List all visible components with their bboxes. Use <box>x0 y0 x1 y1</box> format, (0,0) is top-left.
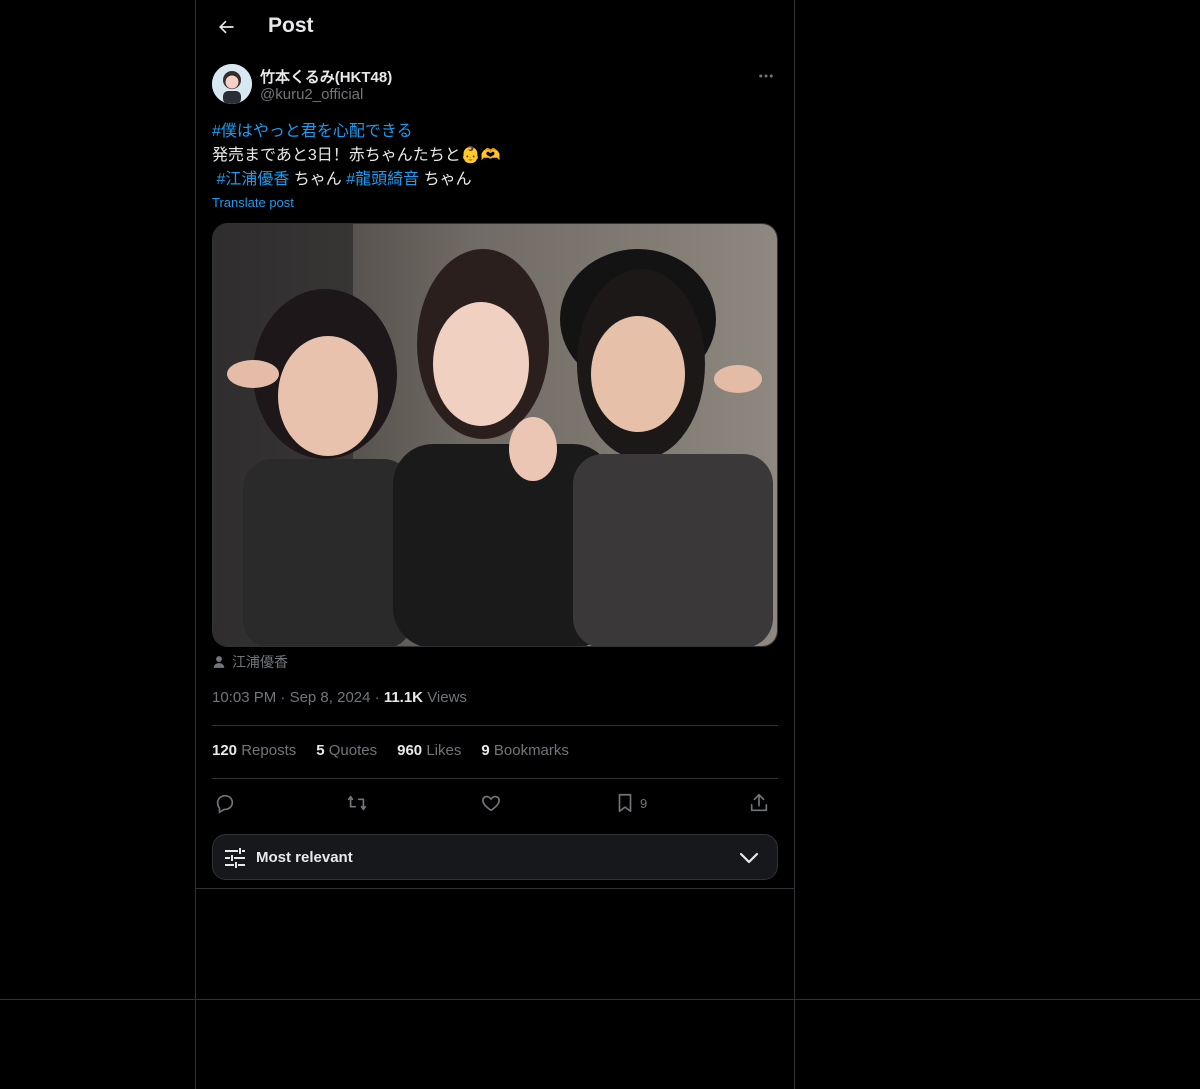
bookmarks-count: 9 <box>481 742 490 759</box>
post-date[interactable]: Sep 8, 2024 <box>290 689 371 706</box>
left-column-border <box>195 0 196 1089</box>
like-button[interactable] <box>480 788 502 818</box>
baby-heart-hands-emoji: 👶🫶 <box>460 147 501 164</box>
person-icon <box>213 656 225 668</box>
divider <box>196 888 794 889</box>
chevron-down-icon <box>739 852 759 864</box>
repost-icon <box>347 795 367 811</box>
back-button[interactable] <box>208 9 244 45</box>
divider <box>212 778 778 779</box>
post-line-2: 発売まであと3日！赤ちゃんたちと👶🫶 <box>212 144 778 168</box>
post-photo[interactable] <box>212 223 778 647</box>
more-options-button[interactable] <box>754 64 778 88</box>
hashtag-link-main[interactable]: #僕はやっと君を心配できる <box>212 123 413 140</box>
bookmarks-label: Bookmarks <box>493 742 569 759</box>
post-line-1: #僕はやっと君を心配できる <box>212 120 778 144</box>
sliders-icon <box>225 848 245 868</box>
meta-dot: · <box>374 689 384 706</box>
quotes-count: 5 <box>316 742 325 759</box>
repost-button[interactable] <box>346 788 368 818</box>
likes-label: Likes <box>426 742 462 759</box>
reposts-label: Reposts <box>241 742 297 759</box>
post-author: 竹本くるみ(HKT48) @kuru2_official <box>212 64 778 108</box>
reply-sort-dropdown[interactable]: Most relevant <box>212 834 778 880</box>
reply-icon <box>216 794 234 814</box>
bookmark-icon <box>618 793 632 813</box>
more-icon <box>759 74 773 78</box>
top-bar: Post <box>196 0 794 54</box>
author-name[interactable]: 竹本くるみ(HKT48) <box>260 66 392 87</box>
page-title: Post <box>268 14 314 37</box>
post-suffix-1: ちゃん <box>289 171 347 188</box>
reposts-stat[interactable]: 120 Reposts <box>212 742 296 759</box>
bookmarks-stat[interactable]: 9 Bookmarks <box>481 742 569 759</box>
views-count: 11.1K <box>383 689 424 706</box>
reposts-count: 120 <box>212 742 238 759</box>
translate-post-link[interactable]: Translate post <box>212 195 294 210</box>
author-handle[interactable]: @kuru2_official <box>260 86 363 103</box>
engagement-stats: 120 Reposts 5 Quotes 960 Likes 9 Bookmar… <box>212 742 569 759</box>
post-metadata: 10:03 PM · Sep 8, 2024 · 11.1K Views <box>212 689 467 706</box>
sort-label: Most relevant <box>256 849 353 866</box>
hashtag-link-2[interactable]: #龍頭綺音 <box>346 171 419 188</box>
post-time[interactable]: 10:03 PM <box>212 689 276 706</box>
action-bar: 9 <box>212 788 778 818</box>
share-icon <box>750 793 768 812</box>
quotes-stat[interactable]: 5 Quotes <box>316 742 377 759</box>
post-line-2-text: 発売まであと3日！赤ちゃんたちと <box>212 147 461 164</box>
page-bottom-divider <box>0 999 1200 1000</box>
bookmark-count: 9 <box>640 795 648 811</box>
share-button[interactable] <box>748 788 770 818</box>
heart-icon <box>482 795 500 812</box>
hashtag-link-1[interactable]: #江浦優香 <box>216 171 289 188</box>
bookmark-button[interactable]: 9 <box>614 788 647 818</box>
main-column: Post 竹本くるみ(HKT48) @kuru2_official #僕はやっと… <box>196 0 794 889</box>
meta-dot: · <box>280 689 290 706</box>
arrow-left-icon <box>219 20 234 34</box>
reply-button[interactable] <box>214 788 236 818</box>
likes-stat[interactable]: 960 Likes <box>397 742 461 759</box>
quotes-label: Quotes <box>328 742 378 759</box>
likes-count: 960 <box>397 742 423 759</box>
avatar[interactable] <box>212 64 252 104</box>
post-suffix-2: ちゃん <box>419 171 472 188</box>
right-column-border <box>794 0 795 1089</box>
post-line-3: #江浦優香 ちゃん #龍頭綺音 ちゃん <box>212 168 778 192</box>
divider <box>212 725 778 726</box>
views-label: Views <box>427 689 467 706</box>
tagged-people[interactable]: 江浦優香 <box>212 652 288 672</box>
post-text: #僕はやっと君を心配できる 発売まであと3日！赤ちゃんたちと👶🫶 #江浦優香 ち… <box>212 120 778 192</box>
tagged-person-name[interactable]: 江浦優香 <box>232 652 288 672</box>
